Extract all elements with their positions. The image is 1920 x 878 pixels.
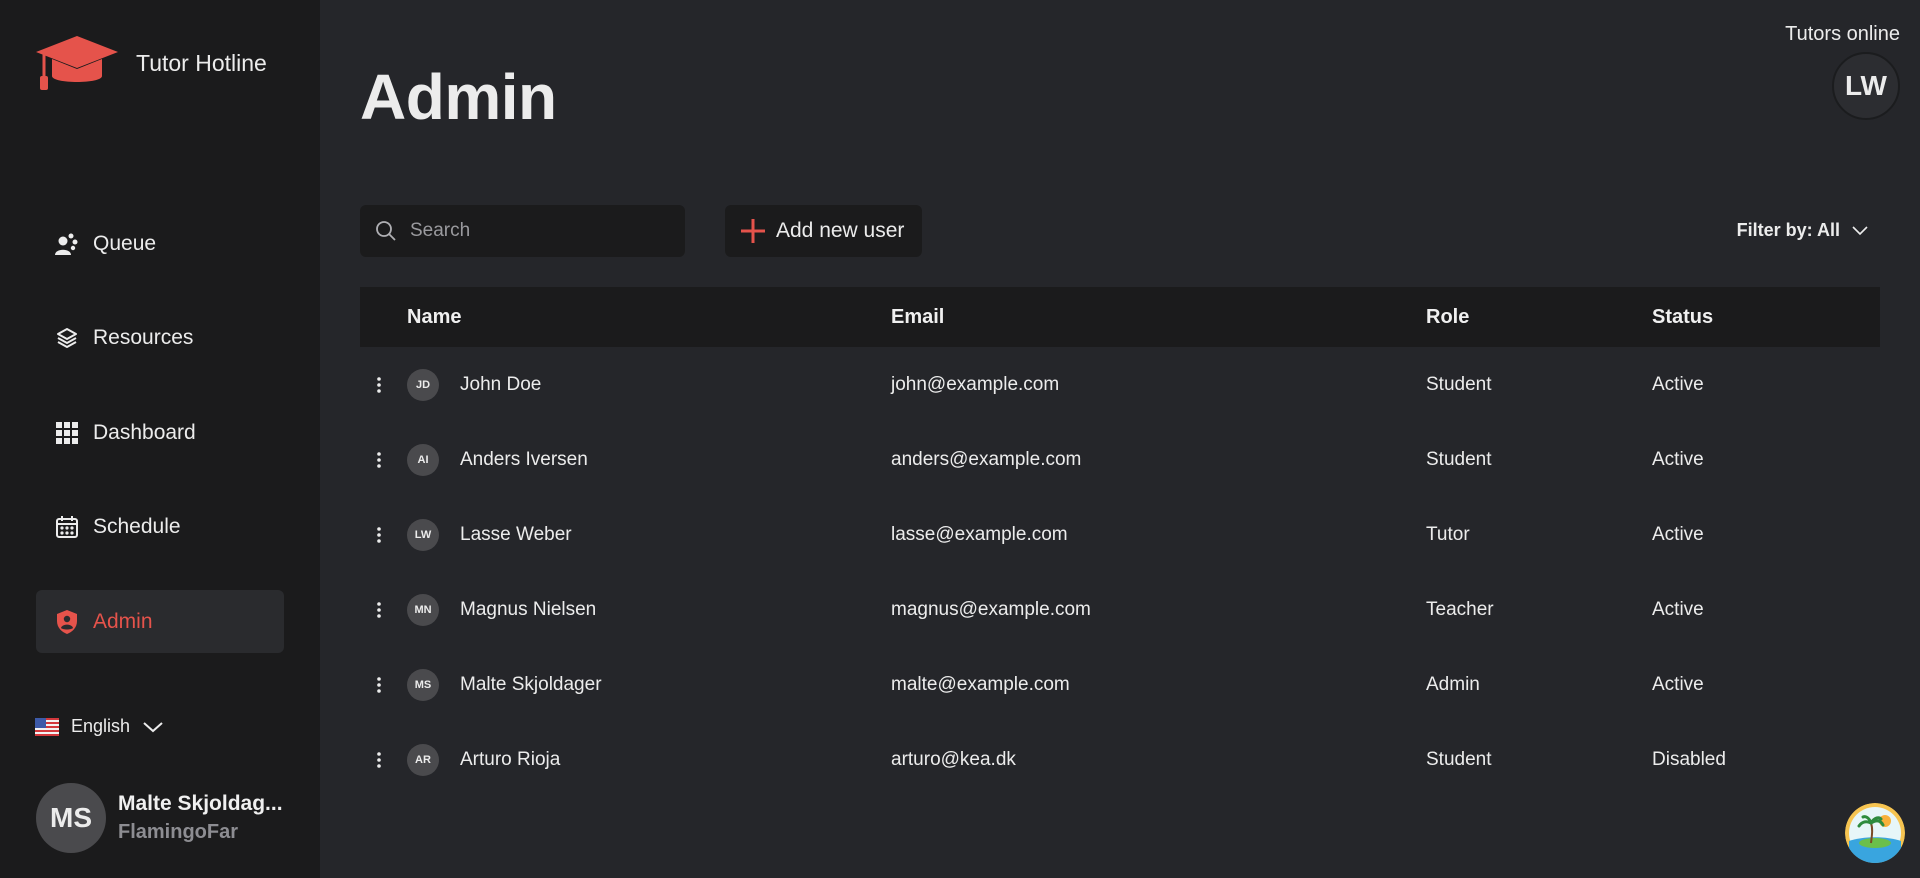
user-role-cell: Student <box>1426 448 1492 470</box>
page-title: Admin <box>360 61 557 133</box>
user-profile[interactable]: MS Malte Skjoldag... FlamingoFar <box>36 783 288 853</box>
graduation-cap-icon <box>36 36 118 90</box>
table-row[interactable]: LW Lasse Weber lasse@example.com Tutor A… <box>360 497 1880 572</box>
avatar: AR <box>407 743 439 776</box>
sidebar-item-label: Resources <box>93 326 194 349</box>
avatar: MS <box>36 783 106 853</box>
user-name-cell: Lasse Weber <box>460 523 572 545</box>
add-user-label: Add new user <box>776 219 905 242</box>
plus-icon <box>741 219 765 243</box>
layers-icon <box>54 325 80 351</box>
sidebar-item-admin[interactable]: Admin <box>36 590 284 653</box>
avatar: JD <box>407 368 439 401</box>
search-icon <box>376 221 396 241</box>
sidebar: Tutor Hotline Queue Resources Dashboard … <box>0 0 320 878</box>
user-name-cell: Anders Iversen <box>460 448 588 470</box>
user-role-cell: Admin <box>1426 673 1480 695</box>
user-status-cell: Active <box>1652 598 1704 620</box>
app-logo[interactable]: Tutor Hotline <box>34 34 267 92</box>
avatar: LW <box>407 518 439 551</box>
profile-name: Malte Skjoldag... <box>118 792 283 815</box>
column-header-status[interactable]: Status <box>1652 306 1713 329</box>
user-role-cell: Teacher <box>1426 598 1494 620</box>
user-role-cell: Student <box>1426 748 1492 770</box>
add-user-button[interactable]: Add new user <box>725 205 922 257</box>
row-menu-icon[interactable] <box>370 745 388 775</box>
search-input[interactable] <box>410 220 670 242</box>
user-name-cell: John Doe <box>460 373 542 395</box>
chat-bubble-avatar[interactable] <box>1845 803 1905 863</box>
sidebar-item-dashboard[interactable]: Dashboard <box>36 401 284 464</box>
language-label: English <box>71 716 131 736</box>
avatar: AI <box>407 443 439 476</box>
sidebar-item-label: Dashboard <box>93 420 196 444</box>
avatar: MS <box>407 668 439 701</box>
sidebar-item-label: Schedule <box>93 515 181 538</box>
sidebar-item-label: Queue <box>93 231 157 255</box>
user-email-cell: lasse@example.com <box>891 523 1068 545</box>
users-table: Name Email Role Status JD John Doe john@… <box>360 287 1880 797</box>
filter-dropdown[interactable]: Filter by: All <box>1737 220 1868 241</box>
column-header-role[interactable]: Role <box>1426 306 1469 329</box>
user-email-cell: arturo@kea.dk <box>891 748 1016 770</box>
row-menu-icon[interactable] <box>370 370 388 400</box>
user-email-cell: magnus@example.com <box>891 598 1091 620</box>
row-menu-icon[interactable] <box>370 520 388 550</box>
profile-text: Malte Skjoldag... FlamingoFar <box>118 789 288 847</box>
user-status-cell: Active <box>1652 448 1704 470</box>
shield-user-icon <box>54 609 80 635</box>
table-body: JD John Doe john@example.com Student Act… <box>360 347 1880 797</box>
table-header: Name Email Role Status <box>360 287 1880 347</box>
sidebar-item-queue[interactable]: Queue <box>36 212 284 275</box>
language-selector[interactable]: English <box>35 716 164 737</box>
sidebar-item-label: Admin <box>93 609 153 633</box>
user-name-cell: Malte Skjoldager <box>460 673 602 695</box>
calendar-icon <box>54 514 80 540</box>
app-root: Tutor Hotline Queue Resources Dashboard … <box>0 0 1920 878</box>
sidebar-item-resources[interactable]: Resources <box>36 307 284 370</box>
table-row[interactable]: AR Arturo Rioja arturo@kea.dk Student Di… <box>360 722 1880 797</box>
column-header-name[interactable]: Name <box>407 306 461 329</box>
sidebar-nav: Queue Resources Dashboard Schedule Admin <box>36 212 284 685</box>
user-status-cell: Active <box>1652 673 1704 695</box>
user-email-cell: malte@example.com <box>891 673 1070 695</box>
user-role-cell: Tutor <box>1426 523 1470 545</box>
user-role-cell: Student <box>1426 373 1492 395</box>
table-row[interactable]: MS Malte Skjoldager malte@example.com Ad… <box>360 647 1880 722</box>
user-email-cell: john@example.com <box>891 373 1060 395</box>
profile-username: FlamingoFar <box>118 821 239 843</box>
user-email-cell: anders@example.com <box>891 448 1082 470</box>
filter-label: Filter by: All <box>1736 220 1840 240</box>
island-icon <box>1845 803 1905 863</box>
column-header-email[interactable]: Email <box>891 306 944 329</box>
user-status-cell: Disabled <box>1652 748 1726 770</box>
table-row[interactable]: AI Anders Iversen anders@example.com Stu… <box>360 422 1880 497</box>
us-flag-icon <box>35 717 59 736</box>
row-menu-icon[interactable] <box>370 445 388 475</box>
row-menu-icon[interactable] <box>370 595 388 625</box>
user-name-cell: Arturo Rioja <box>460 748 561 770</box>
row-menu-icon[interactable] <box>370 670 388 700</box>
avatar: MN <box>407 593 439 626</box>
app-name: Tutor Hotline <box>136 49 267 76</box>
sidebar-item-schedule[interactable]: Schedule <box>36 496 284 559</box>
search-box <box>360 205 685 257</box>
tutors-online-label: Tutors online <box>1785 23 1900 45</box>
chevron-down-icon <box>143 721 163 732</box>
queue-icon <box>54 231 80 257</box>
chevron-down-icon <box>1852 225 1868 235</box>
table-row[interactable]: JD John Doe john@example.com Student Act… <box>360 347 1880 422</box>
main-content: Admin Tutors online LW Add new user Filt… <box>320 0 1920 878</box>
table-row[interactable]: MN Magnus Nielsen magnus@example.com Tea… <box>360 572 1880 647</box>
grid-icon <box>54 420 80 446</box>
user-status-cell: Active <box>1652 523 1704 545</box>
user-name-cell: Magnus Nielsen <box>460 598 597 620</box>
online-tutor-avatar[interactable]: LW <box>1832 52 1900 120</box>
user-status-cell: Active <box>1652 373 1704 395</box>
